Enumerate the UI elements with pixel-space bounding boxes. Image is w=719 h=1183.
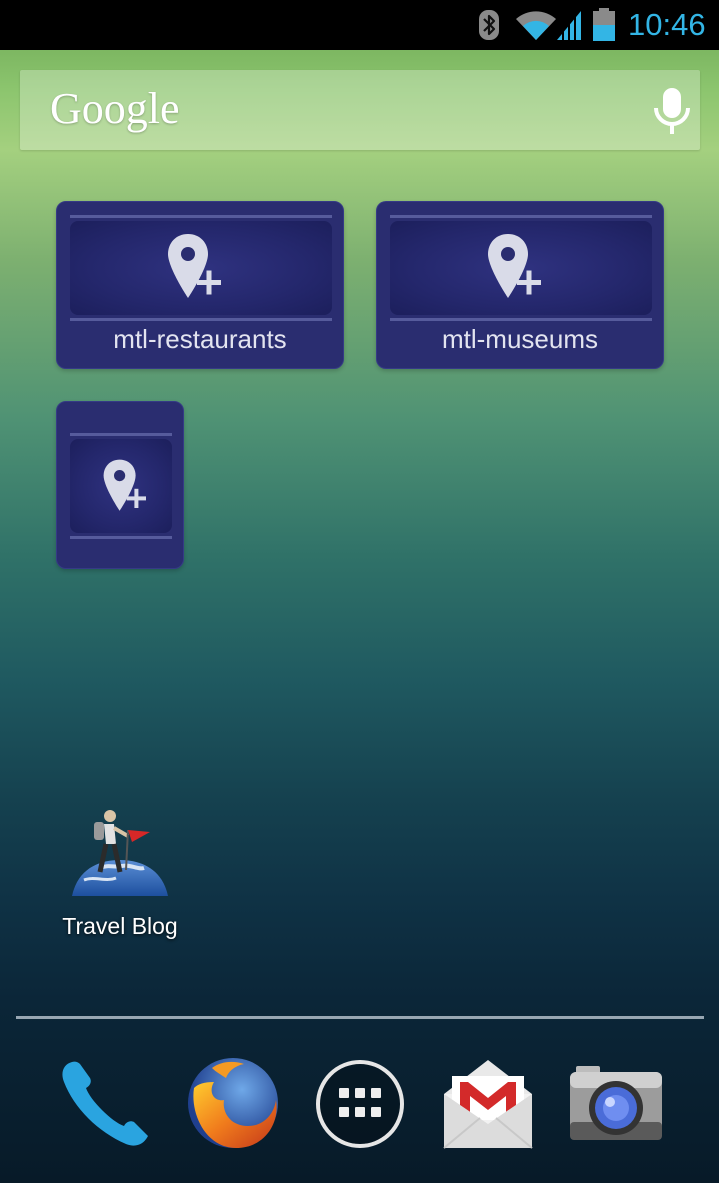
gmail-icon[interactable] [440, 1058, 536, 1150]
camera-icon[interactable] [568, 1062, 664, 1144]
widget-mtl-restaurants[interactable]: mtl-restaurants [56, 201, 344, 369]
phone-icon[interactable] [58, 1058, 152, 1150]
hiker-globe-icon[interactable] [70, 806, 170, 898]
google-logo[interactable]: Google [50, 84, 180, 134]
cell-signal-icon [557, 11, 581, 41]
map-pin-plus-icon [103, 459, 146, 511]
status-bar: 10:46 [0, 0, 719, 50]
widget-add-location[interactable] [56, 401, 184, 569]
microphone-icon[interactable] [648, 86, 696, 136]
widget-label: mtl-museums [441, 324, 598, 354]
widget-label: mtl-restaurants [113, 324, 287, 354]
bluetooth-icon [479, 10, 499, 40]
wifi-icon [516, 11, 556, 40]
app-label-travel-blog[interactable]: Travel Blog [40, 910, 200, 942]
status-clock: 10:46 [628, 7, 706, 42]
map-pin-plus-icon [168, 234, 221, 298]
dock-divider [16, 1016, 704, 1019]
map-pin-plus-icon [488, 234, 541, 298]
app-drawer-icon[interactable] [314, 1058, 406, 1150]
firefox-icon[interactable] [184, 1054, 282, 1152]
battery-icon [593, 8, 615, 41]
google-search-bar[interactable]: Google [20, 70, 700, 150]
widget-mtl-museums[interactable]: mtl-museums [376, 201, 664, 369]
